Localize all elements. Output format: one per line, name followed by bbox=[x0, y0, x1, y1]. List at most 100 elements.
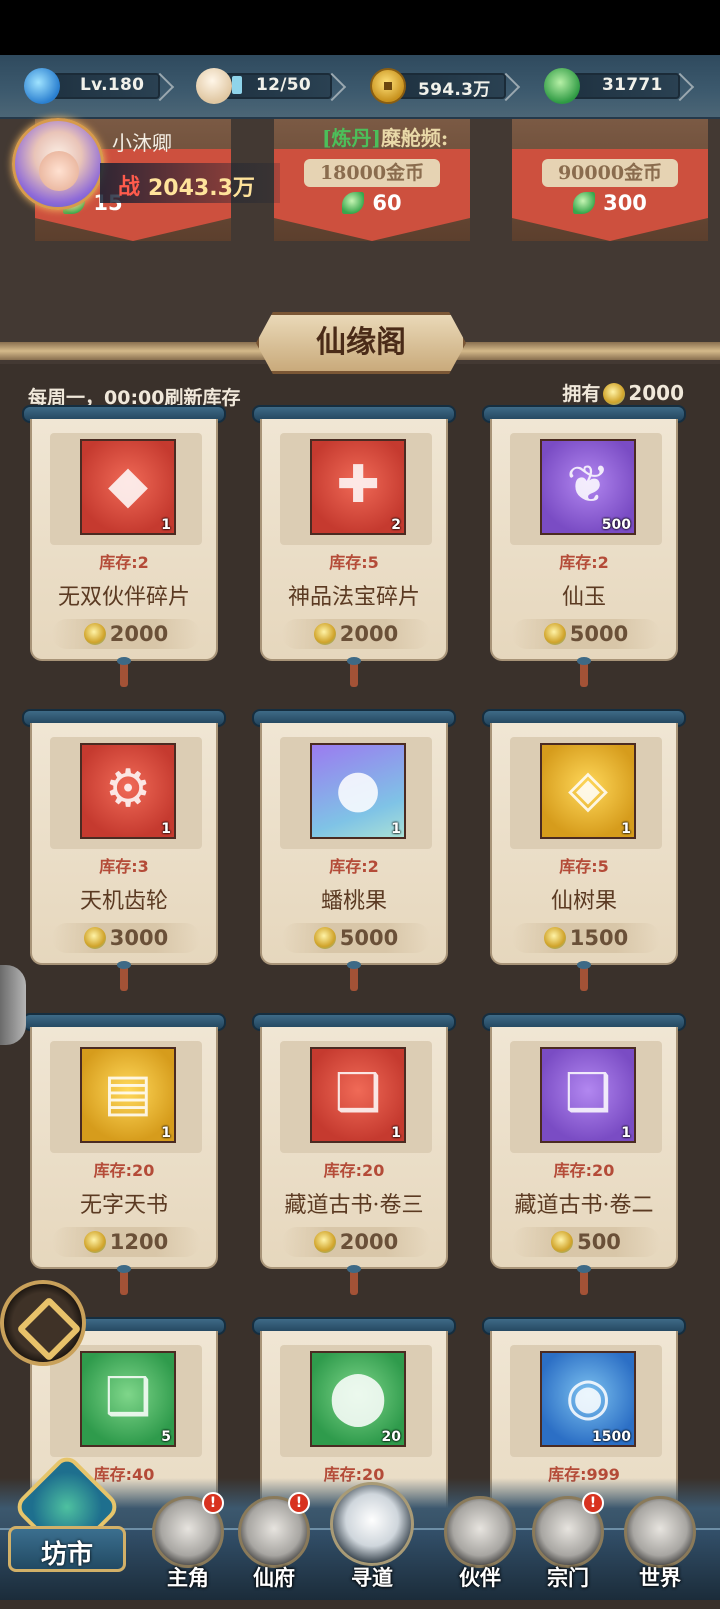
buy-price-button[interactable]: 5000 bbox=[282, 923, 430, 953]
level-resource[interactable]: Lv.180 bbox=[24, 68, 164, 104]
scroll-paper: ◈ 1 库存:5 仙树果 1500 bbox=[490, 723, 678, 965]
shop-item-card[interactable]: ● 1 库存:2 蟠桃果 5000 bbox=[252, 709, 456, 1001]
shop-item-card[interactable]: ▤ 1 库存:20 无字天书 1200 bbox=[22, 1013, 226, 1305]
shop-item-card[interactable]: ❑ 1 库存:20 藏道古书·卷二 500 bbox=[482, 1013, 686, 1305]
buy-price-button[interactable]: 500 bbox=[512, 1227, 660, 1257]
alert-badge: ! bbox=[202, 1492, 224, 1514]
open-book-icon: ❑ 5 bbox=[80, 1351, 176, 1447]
seek-dao-icon bbox=[330, 1482, 414, 1566]
scroll-paper: ▤ 1 库存:20 无字天书 1200 bbox=[30, 1027, 218, 1269]
item-slot: ⬤ 20 bbox=[280, 1345, 432, 1457]
nav-residence[interactable]: ! 仙府 bbox=[234, 1488, 314, 1592]
nav-sect[interactable]: ! 宗门 bbox=[528, 1488, 608, 1592]
item-count: 1 bbox=[161, 1125, 171, 1141]
collapse-menu-button[interactable] bbox=[0, 1280, 86, 1366]
item-price: 2000 bbox=[109, 622, 169, 646]
item-stock: 库存:2 bbox=[329, 857, 379, 876]
buy-price-button[interactable]: 1200 bbox=[52, 1227, 200, 1257]
nav-world[interactable]: 世界 bbox=[620, 1488, 700, 1592]
item-slot: ◉ 1500 bbox=[510, 1345, 662, 1457]
item-name: 无双伙伴碎片 bbox=[57, 585, 190, 610]
shop-item-card[interactable]: ⚙ 1 库存:3 天机齿轮 3000 bbox=[22, 709, 226, 1001]
stamina-value: 12/50 bbox=[256, 75, 312, 95]
item-count: 1 bbox=[621, 1125, 631, 1141]
coin-icon: ◉ 1500 bbox=[540, 1351, 636, 1447]
item-price: 3000 bbox=[109, 926, 169, 950]
scroll-paper: ❑ 1 库存:20 藏道古书·卷二 500 bbox=[490, 1027, 678, 1269]
gold-coin-icon bbox=[370, 68, 406, 104]
jade-coin-icon bbox=[83, 623, 106, 645]
puzzle-pieces-icon: ✚ 2 bbox=[310, 439, 406, 535]
buy-price-button[interactable]: 3000 bbox=[52, 923, 200, 953]
nav-market-button[interactable]: 坊市 bbox=[8, 1451, 126, 1600]
jade-coin-icon bbox=[313, 623, 336, 645]
power-value: 2043.3万 bbox=[148, 176, 255, 201]
item-name: 无字天书 bbox=[79, 1193, 168, 1218]
jade-leaf-resource[interactable]: 31771 bbox=[544, 68, 684, 104]
buy-price-button[interactable]: 2000 bbox=[282, 1227, 430, 1257]
jade-coin-icon bbox=[543, 927, 566, 949]
buy-price-button[interactable]: 5000 bbox=[512, 619, 660, 649]
item-count: 1 bbox=[621, 821, 631, 837]
scroll-tassel bbox=[117, 961, 131, 991]
combat-power: 战 2043.3万 bbox=[100, 163, 280, 203]
steamed-bun-icon bbox=[196, 68, 232, 104]
item-price: 2000 bbox=[339, 622, 399, 646]
marquee-text: 糜舱频: bbox=[380, 126, 449, 150]
item-slot: ✚ 2 bbox=[280, 433, 432, 545]
item-stock: 库存:5 bbox=[329, 553, 379, 572]
nav-partner[interactable]: 伙伴 bbox=[440, 1488, 520, 1592]
buy-price-button[interactable]: 2000 bbox=[52, 619, 200, 649]
owned-label: 拥有 bbox=[562, 383, 601, 405]
scroll-tassel bbox=[577, 657, 591, 687]
shop-item-card[interactable]: ◆ 1 库存:2 无双伙伴碎片 2000 bbox=[22, 405, 226, 697]
item-price: 1500 bbox=[569, 926, 629, 950]
scroll-paper: ◆ 1 库存:2 无双伙伴碎片 2000 bbox=[30, 419, 218, 661]
level-value: Lv.180 bbox=[80, 75, 145, 95]
item-stock: 库存:2 bbox=[559, 553, 609, 572]
stamina-resource[interactable]: 12/50 bbox=[196, 68, 336, 104]
nav-protagonist[interactable]: ! 主角 bbox=[148, 1488, 228, 1592]
item-name: 神品法宝碎片 bbox=[287, 585, 420, 610]
nav-protagonist-label: 主角 bbox=[167, 1565, 209, 1590]
gold-resource[interactable]: 594.3万 bbox=[370, 68, 510, 104]
item-name: 蟠桃果 bbox=[320, 889, 387, 914]
side-hand-tab[interactable] bbox=[0, 965, 26, 1045]
item-slot: ❑ 1 bbox=[510, 1041, 662, 1153]
item-count: 1 bbox=[391, 1125, 401, 1141]
partner-icon bbox=[444, 1496, 516, 1568]
player-avatar[interactable] bbox=[12, 118, 104, 210]
level-swirl-icon bbox=[24, 68, 60, 104]
jade-coin-icon bbox=[313, 1231, 336, 1253]
section-title: 仙缘阁 bbox=[256, 312, 466, 374]
item-price: 500 bbox=[577, 1230, 621, 1254]
nav-seek-dao[interactable]: 寻道 bbox=[330, 1482, 414, 1592]
item-count: 1 bbox=[391, 821, 401, 837]
item-slot: ◆ 1 bbox=[50, 433, 202, 545]
buy-price-button[interactable]: 2000 bbox=[282, 619, 430, 649]
item-count: 1 bbox=[161, 517, 171, 533]
alert-badge: ! bbox=[288, 1492, 310, 1514]
owned-amount: 2000 bbox=[628, 381, 684, 405]
nav-seek-dao-label: 寻道 bbox=[351, 1565, 393, 1590]
status-bar bbox=[0, 0, 720, 55]
shop-item-card[interactable]: ✚ 2 库存:5 神品法宝碎片 2000 bbox=[252, 405, 456, 697]
jade-leaf-icon bbox=[342, 192, 365, 214]
book-icon: ▤ 1 bbox=[80, 1047, 176, 1143]
scroll-tassel bbox=[577, 961, 591, 991]
shop-item-card[interactable]: ◈ 1 库存:5 仙树果 1500 bbox=[482, 709, 686, 1001]
item-name: 藏道古书·卷二 bbox=[514, 1193, 654, 1218]
top-card-price: 18000金币 bbox=[304, 159, 440, 187]
buy-price-button[interactable]: 1500 bbox=[512, 923, 660, 953]
shop-item-card[interactable]: ❑ 1 库存:20 藏道古书·卷三 2000 bbox=[252, 1013, 456, 1305]
item-stock: 库存:20 bbox=[323, 1161, 385, 1180]
item-name: 仙树果 bbox=[550, 889, 617, 914]
jade-coin-icon bbox=[543, 623, 566, 645]
item-count: 2 bbox=[391, 517, 401, 533]
scroll-tassel bbox=[117, 1265, 131, 1295]
jade-coin-icon bbox=[83, 927, 106, 949]
nav-market-label: 坊市 bbox=[40, 1540, 93, 1570]
item-name: 藏道古书·卷三 bbox=[284, 1193, 424, 1218]
shop-item-card[interactable]: ❦ 500 库存:2 仙玉 5000 bbox=[482, 405, 686, 697]
item-slot: ● 1 bbox=[280, 737, 432, 849]
